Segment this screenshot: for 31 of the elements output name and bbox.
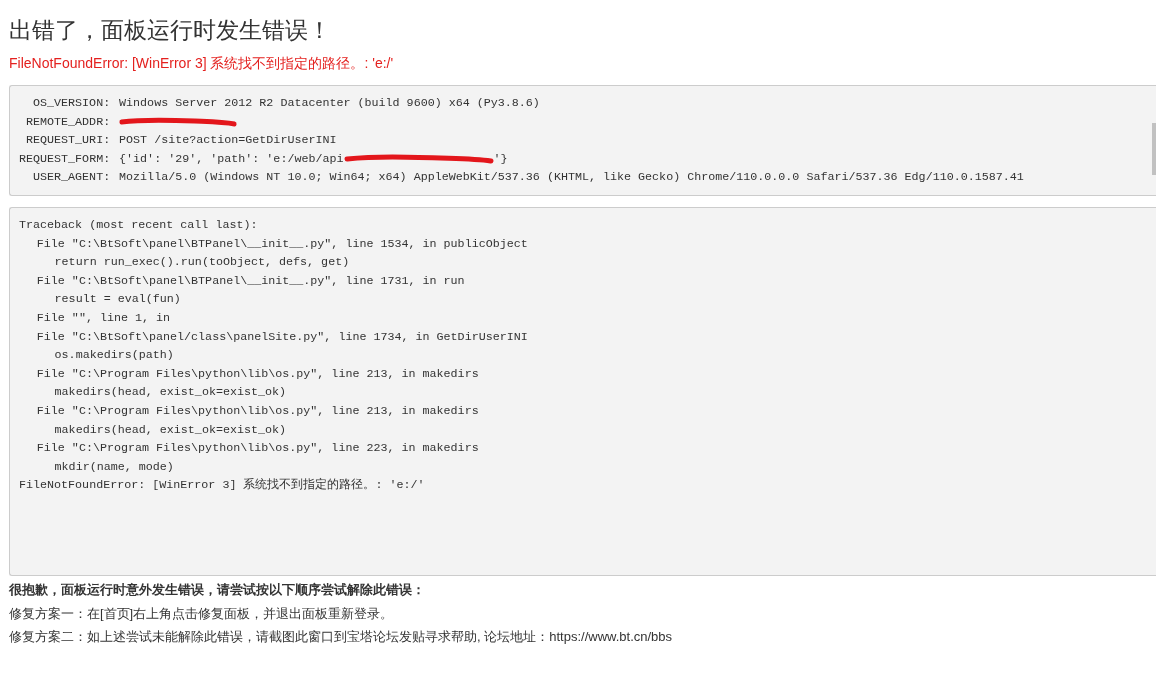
info-value: POST /site?action=GetDirUserINI — [119, 132, 337, 150]
info-label: REMOTE_ADDR: — [25, 113, 111, 131]
fix-step: 修复方案一：在[首页]右上角点击修复面板，并退出面板重新登录。 — [9, 601, 394, 625]
traceback-frame-line: File "C:\Program Files\python\lib\os.py", line 213, in makedirs — [36, 365, 479, 383]
traceback-frame-line: File "C:\Program Files\python\lib\os.py", line 213, in makedirs — [36, 402, 479, 420]
info-value: '} — [493, 150, 508, 168]
traceback-code-line: result = eval(fun) — [54, 291, 181, 309]
traceback-header: Traceback (most recent call last): — [19, 217, 258, 234]
traceback-frame-line: File "C:\Program Files\python\lib\os.py", line 223, in makedirs — [36, 440, 479, 458]
info-label: REQUEST_URI: — [25, 132, 111, 150]
fix-step: 修复方案二：如上述尝试未能解除此错误，请截图此窗口到宝塔论坛发贴寻求帮助, 论坛地址：https://www.bt.cn/bbs — [9, 625, 673, 649]
traceback-code-line: mkdir(name, mode) — [54, 458, 174, 476]
info-label: REQUEST_FORM: — [19, 150, 111, 168]
traceback-code-line: return run_exec().run(toObject, defs, get) — [54, 254, 350, 272]
traceback-error-line: FileNotFoundError: [WinError 3] 系统找不到指定的路径。: 'e:/' — [19, 477, 425, 495]
info-value: {'id': '29', 'path': 'e:/web/api — [119, 150, 344, 168]
traceback-frame-line: File "C:\BtSoft\panel/class\panelSite.py", line 1734, in GetDirUserINI — [36, 328, 528, 346]
scrollbar-thumb[interactable] — [1152, 123, 1156, 175]
traceback-code-line: makedirs(head, exist_ok=exist_ok) — [54, 421, 287, 439]
info-label: USER_AGENT: — [32, 169, 111, 187]
traceback-frame-line: File "", line 1, in — [36, 309, 171, 327]
help-heading: 很抱歉，面板运行时意外发生错误，请尝试按以下顺序尝试解除此错误： — [9, 581, 425, 599]
error-title: 出错了，面板运行时发生错误！ — [9, 16, 331, 45]
traceback-frame-line: File "C:\BtSoft\panel\BTPanel\__init__.py", line 1731, in run — [36, 272, 465, 290]
info-label: OS_VERSION: — [32, 95, 111, 112]
info-value: Mozilla/5.0 (Windows NT 10.0; Win64; x64) AppleWebKit/537.36 (KHTML, like Gecko) Chrome/110.0.0.0 Safari/537.36 Edg/110.0.1587.41 — [119, 169, 1024, 187]
traceback-code-line: os.makedirs(path) — [54, 347, 174, 365]
info-value: Windows Server 2012 R2 Datacenter (build 9600) x64 (Py3.8.6) — [119, 95, 540, 112]
error-message: FileNotFoundError: [WinError 3] 系统找不到指定的路径。: 'e:/' — [9, 54, 394, 73]
traceback-frame-line: File "C:\BtSoft\panel\BTPanel\__init__.py", line 1534, in publicObject — [36, 235, 528, 253]
traceback-code-line: makedirs(head, exist_ok=exist_ok) — [54, 384, 287, 402]
